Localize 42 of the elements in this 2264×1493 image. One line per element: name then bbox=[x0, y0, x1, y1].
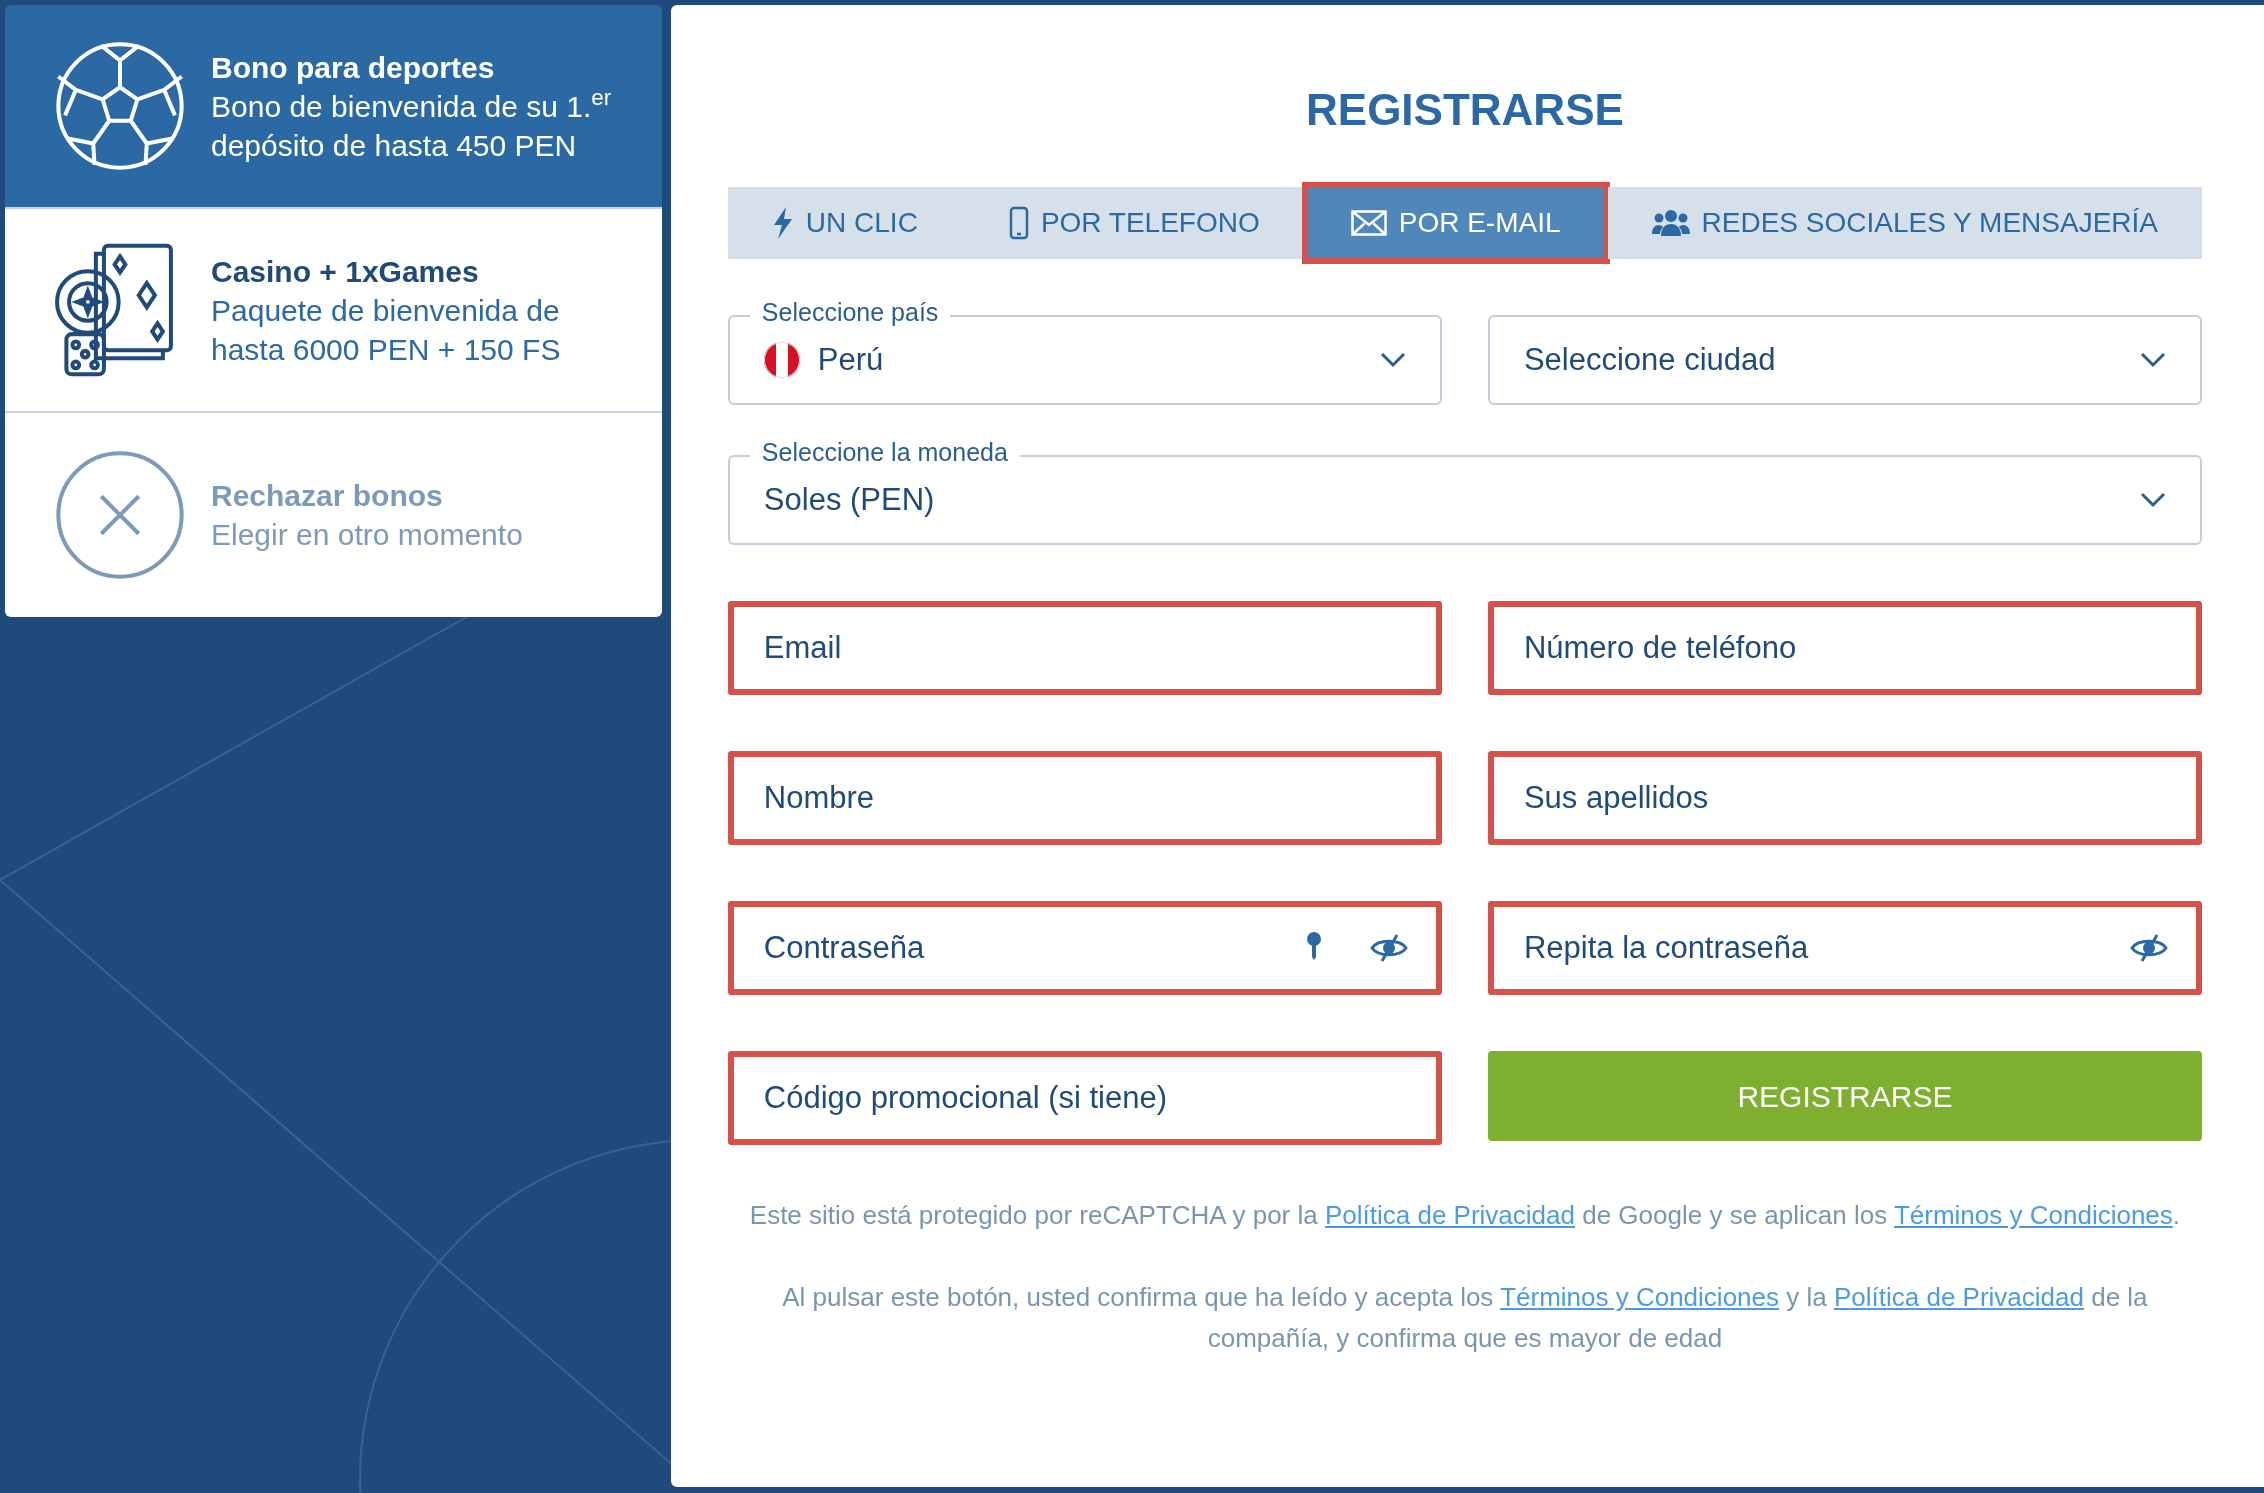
chevron-down-icon bbox=[1379, 352, 1406, 368]
input-field[interactable]: Sus apellidos bbox=[1487, 751, 2202, 845]
recaptcha-notice: Este sitio está protegido por reCAPTCHA y por la Política de Privacidad de Google y se aplican los Términos y Condiciones. bbox=[748, 1199, 2182, 1232]
phone-icon bbox=[1008, 206, 1029, 240]
select-value: Perú bbox=[817, 340, 884, 379]
policy-link[interactable]: Términos y Condiciones bbox=[1500, 1282, 1779, 1313]
select-field[interactable]: Seleccione ciudad bbox=[1487, 297, 2202, 405]
envelope-icon bbox=[1350, 210, 1387, 236]
form-title: REGISTRARSE bbox=[1305, 84, 1625, 136]
bonus-option[interactable]: Casino + 1xGames Paquete de bienvenida de hasta 6000 PEN + 150 FS bbox=[5, 209, 662, 413]
input-field[interactable]: Email bbox=[727, 601, 1442, 695]
lightning-bolt-icon bbox=[771, 207, 794, 239]
select-placeholder: Seleccione ciudad bbox=[1523, 340, 1776, 379]
policy-link[interactable]: Términos y Condiciones bbox=[1893, 1200, 2173, 1230]
bonus-description: Paquete de bienvenida de hasta 6000 PEN + 150 FS bbox=[211, 292, 562, 368]
close-icon bbox=[53, 448, 187, 582]
bonus-title: Rechazar bonos bbox=[211, 478, 444, 514]
eye-slash-icon[interactable] bbox=[2130, 933, 2168, 963]
register-button[interactable]: REGISTRARSE bbox=[1487, 1051, 2202, 1141]
password-field[interactable]: Contraseña bbox=[727, 901, 1442, 995]
input-field[interactable]: Número de teléfono bbox=[1487, 601, 2202, 695]
chevron-down-icon bbox=[2140, 492, 2166, 508]
soccer-ball-icon bbox=[53, 39, 187, 173]
policy-link[interactable]: Política de Privacidad bbox=[1833, 1282, 2084, 1313]
input-field[interactable]: Código promocional (si tiene) bbox=[727, 1051, 1442, 1145]
bonus-title: Bono para deportes bbox=[211, 49, 496, 86]
bonus-option[interactable]: Bono para deportes Bono de bienvenida de su 1.$^{er}$ depósito de hasta 450 PEN bbox=[5, 5, 662, 209]
select-field[interactable]: Seleccione país Perú bbox=[727, 297, 1442, 405]
bonus-description: Elegir en otro momento bbox=[211, 517, 523, 553]
chevron-down-icon bbox=[2140, 352, 2166, 368]
password-field[interactable]: Repita la contraseña bbox=[1487, 901, 2202, 995]
bonus-description: Bono de bienvenida de su 1.$^{er}$ depósito de hasta 450 PEN bbox=[211, 86, 613, 164]
people-icon bbox=[1651, 209, 1690, 237]
eye-slash-icon[interactable] bbox=[1369, 933, 1408, 963]
select-field[interactable]: Seleccione la moneda Soles (PEN) bbox=[727, 437, 2202, 545]
input-field[interactable]: Nombre bbox=[727, 751, 1442, 845]
policy-link[interactable]: Política de Privacidad bbox=[1324, 1200, 1575, 1230]
select-value: Soles (PEN) bbox=[763, 480, 935, 519]
registration-tab[interactable]: REDES SOCIALES Y MENSAJERÍA bbox=[1607, 187, 2202, 259]
bonus-title: Casino + 1xGames bbox=[211, 253, 480, 290]
terms-notice: Al pulsar este botón, usted confirma que ha leído y acepta los Términos y Condiciones y la Política de Privacidad de la compañía, y confirma que es mayor de edad bbox=[781, 1281, 2149, 1355]
bonus-option[interactable]: Rechazar bonos Elegir en otro momento bbox=[5, 413, 662, 617]
